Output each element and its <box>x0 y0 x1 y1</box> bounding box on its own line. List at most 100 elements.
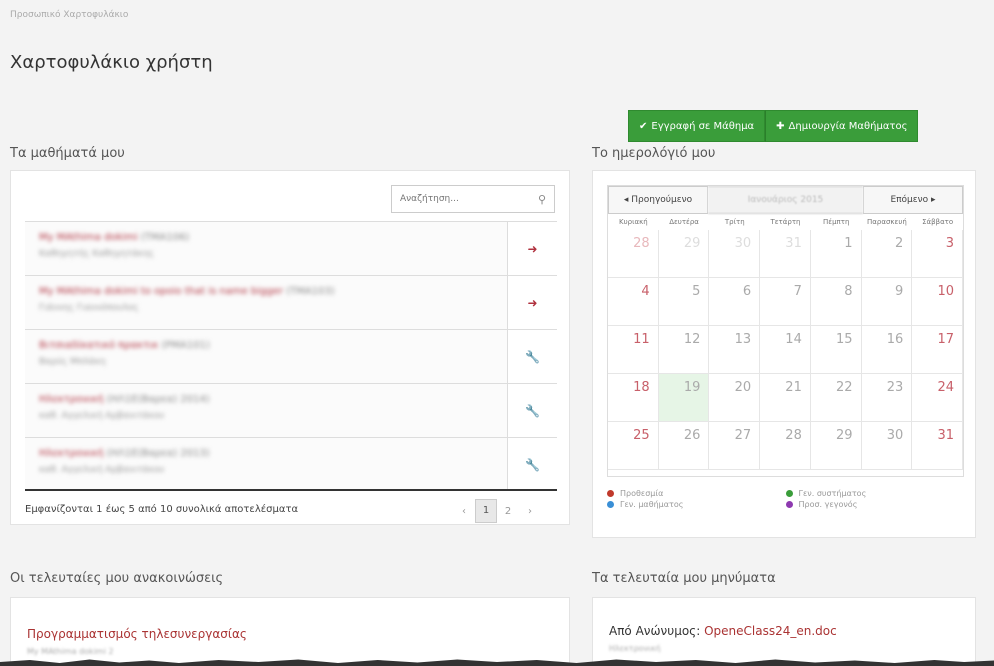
calendar-day[interactable]: 31 <box>760 230 811 278</box>
calendar-day[interactable]: 22 <box>810 374 862 422</box>
legend-dot <box>607 490 614 497</box>
course-info: Ηλεκτρονική (ΗΛ1Ε(Βαρεα) 2013) καθ. Αγγελ… <box>25 438 507 491</box>
breadcrumb[interactable]: Προσωπικό Χαρτοφυλάκιο <box>10 10 128 20</box>
calendar-day[interactable]: 2 <box>861 230 913 278</box>
course-row: Ηλεκτρονική (ΗΛ1Ε(Βαρεα) 2013) καθ. Αγγελ… <box>25 437 557 491</box>
calendar-day[interactable]: 8 <box>810 278 862 326</box>
calendar-day[interactable]: 26 <box>658 422 710 470</box>
weekday-header: Πέμπτη <box>823 218 850 226</box>
announcement-link[interactable]: Προγραμματισμός τηλεσυνεργασίας <box>27 627 247 641</box>
calendar-day[interactable]: 12 <box>658 326 710 374</box>
legend-item: Γεν. συστήματος <box>785 489 965 498</box>
wrench-icon[interactable]: 🔧 <box>507 384 557 437</box>
calendar-day[interactable]: 5 <box>658 278 710 326</box>
message-line: Από Ανώνυμος: OpeneClass24_en.doc <box>609 624 837 638</box>
weekday-header: Τρίτη <box>724 218 745 226</box>
create-course-button[interactable]: ✚ Δημιουργία Μαθήματος <box>765 110 919 142</box>
message-course: Ηλεκτρονική <box>609 644 661 653</box>
announcements-title: Οι τελευταίες μου ανακοινώσεις <box>10 571 224 586</box>
page-next[interactable]: › <box>519 506 541 517</box>
search-icon[interactable]: ⚲ <box>538 193 546 206</box>
calendar-day[interactable]: 14 <box>760 326 811 374</box>
calendar-day[interactable]: 4 <box>608 278 659 326</box>
weekday-header: Παρασκευή <box>867 218 907 226</box>
course-info: Βιτσιαδίκατικό πρακτικ (PMA101) Βαρύς Μπλ… <box>25 330 507 383</box>
calendar-day[interactable]: 29 <box>810 422 862 470</box>
course-instructor: καθ. Αγγελική Αρβανιτάκου <box>39 465 165 475</box>
course-title[interactable]: Ηλεκτρονική (ΗΛ1Ε(Βαρεα) 2014) <box>39 394 493 405</box>
sign-out-icon[interactable]: ➜ <box>507 276 557 329</box>
calendar-day[interactable]: 30 <box>709 230 761 278</box>
legend-dot <box>785 501 793 508</box>
calendar-day[interactable]: 27 <box>709 422 761 470</box>
calendar-day[interactable]: 10 <box>912 278 963 326</box>
announcement-course: My MAthima dokimi 2 <box>27 647 114 656</box>
calendar-day[interactable]: 18 <box>608 374 659 422</box>
course-info: My MAthima dokimi to opoio that is name … <box>25 276 507 329</box>
weekday-header: Τετάρτη <box>770 218 801 226</box>
weekday-header: Κυριακή <box>619 218 648 226</box>
course-row: Βιτσιαδίκατικό πρακτικ (PMA101) Βαρύς Μπλ… <box>25 329 557 383</box>
calendar-day[interactable]: 11 <box>608 326 659 374</box>
legend-item: Γεν. μαθήματος <box>607 500 786 509</box>
calendar-day[interactable]: 25 <box>608 422 659 470</box>
course-row: Ηλεκτρονική (ΗΛ1Ε(Βαρεα) 2014) καθ. Αγγελ… <box>25 383 557 437</box>
course-row: My MAthima dokimi (TMA106) Καθηγητής Καθη… <box>25 221 557 275</box>
wrench-icon[interactable]: 🔧 <box>507 438 557 491</box>
calendar-day[interactable]: 1 <box>810 230 862 278</box>
course-title[interactable]: Βιτσιαδίκατικό πρακτικ (PMA101) <box>39 340 493 351</box>
announcements-panel: Προγραμματισμός τηλεσυνεργασίας My MAthi… <box>10 597 570 666</box>
sign-out-icon[interactable]: ➜ <box>507 222 557 275</box>
calendar-day[interactable]: 15 <box>810 326 862 374</box>
enroll-course-button[interactable]: ✔ Εγγραφή σε Μάθημα <box>628 110 766 142</box>
course-title[interactable]: My MAthima dokimi (TMA106) <box>39 232 493 243</box>
messages-panel: Από Ανώνυμος: OpeneClass24_en.doc Ηλεκτρ… <box>592 597 976 666</box>
calendar-day[interactable]: 7 <box>760 278 811 326</box>
wrench-icon[interactable]: 🔧 <box>507 330 557 383</box>
course-info: My MAthima dokimi (TMA106) Καθηγητής Καθη… <box>25 222 507 275</box>
create-course-label: Δημιουργία Μαθήματος <box>788 120 908 132</box>
calendar-day[interactable]: 20 <box>709 374 761 422</box>
courses-title: Τα μαθήματά μου <box>10 146 125 161</box>
calendar-day[interactable]: 13 <box>709 326 761 374</box>
action-buttons: ✔ Εγγραφή σε Μάθημα ✚ Δημιουργία Μαθήματ… <box>628 110 919 142</box>
enroll-course-label: Εγγραφή σε Μάθημα <box>651 120 755 132</box>
calendar-day[interactable]: 17 <box>912 326 963 374</box>
calendar-day[interactable]: 9 <box>861 278 913 326</box>
calendar-day[interactable]: 28 <box>608 230 659 278</box>
results-summary: Εμφανίζονται 1 έως 5 από 10 συνολικά απο… <box>25 504 299 515</box>
page-1[interactable]: 1 <box>475 499 497 523</box>
page-2[interactable]: 2 <box>497 506 519 517</box>
calendar-day[interactable]: 29 <box>658 230 710 278</box>
pagination: ‹ 1 2 › <box>453 499 541 523</box>
calendar-day[interactable]: 23 <box>861 374 913 422</box>
check-icon: ✔ <box>639 120 648 132</box>
messages-title: Τα τελευταία μου μηνύματα <box>592 571 776 586</box>
course-instructor: Καθηγητής Καθηγητάκης <box>39 249 155 259</box>
legend-item: Προθεσμία <box>607 489 786 498</box>
calendar-day[interactable]: 3 <box>912 230 963 278</box>
calendar-day[interactable]: 16 <box>861 326 913 374</box>
calendar-day[interactable]: 30 <box>861 422 913 470</box>
page-prev[interactable]: ‹ <box>453 506 475 517</box>
course-instructor: Γιάννης Γιαννόπουλος <box>39 303 139 313</box>
calendar-day[interactable]: 21 <box>760 374 811 422</box>
message-attachment-link[interactable]: OpeneClass24_en.doc <box>704 624 837 638</box>
course-instructor: καθ. Αγγελική Αρβανιτάκου <box>39 411 165 421</box>
calendar-month-label: Ιανουάριος 2015 <box>708 186 863 214</box>
course-search-input[interactable] <box>392 194 522 204</box>
pager-divider <box>25 489 557 491</box>
calendar-day[interactable]: 28 <box>760 422 811 470</box>
course-instructor: Βαρύς Μπλάκη <box>39 357 106 367</box>
course-row: My MAthima dokimi to opoio that is name … <box>25 275 557 329</box>
page-title: Χαρτοφυλάκιο χρήστη <box>10 52 213 73</box>
calendar-next-button[interactable]: Επόμενο ▸ <box>863 186 963 214</box>
course-title[interactable]: Ηλεκτρονική (ΗΛ1Ε(Βαρεα) 2013) <box>39 448 493 459</box>
calendar-day[interactable]: 19 <box>658 374 710 422</box>
course-info: Ηλεκτρονική (ΗΛ1Ε(Βαρεα) 2014) καθ. Αγγελ… <box>25 384 507 437</box>
course-title[interactable]: My MAthima dokimi to opoio that is name … <box>39 286 493 297</box>
calendar-prev-button[interactable]: ◂ Προηγούμενο <box>608 186 708 214</box>
calendar-day[interactable]: 31 <box>912 422 963 470</box>
calendar-day[interactable]: 6 <box>709 278 761 326</box>
calendar-day[interactable]: 24 <box>912 374 963 422</box>
